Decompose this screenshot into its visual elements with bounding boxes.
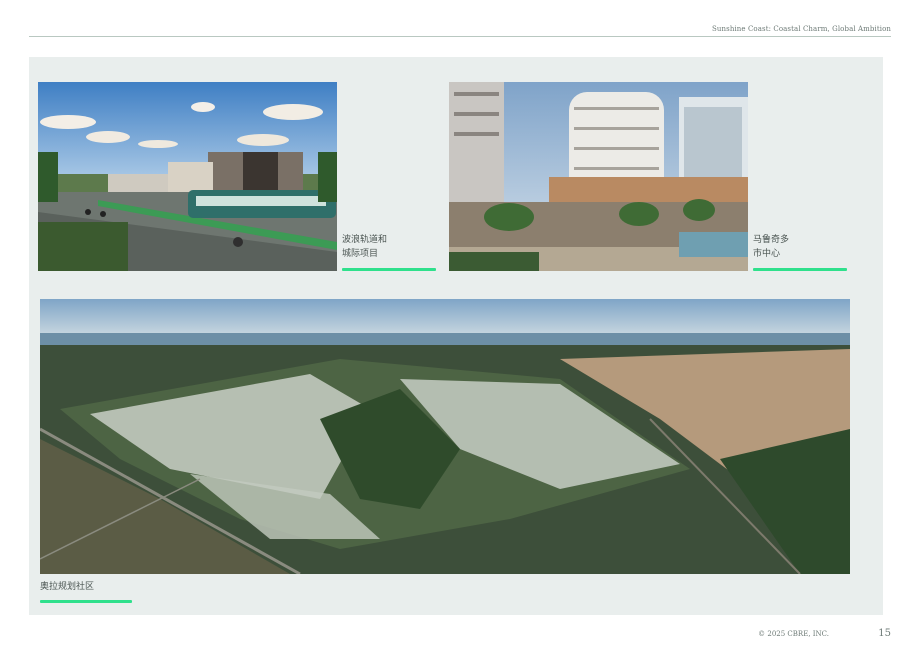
planned-community-aerial-photo	[40, 299, 850, 574]
caption-line: 奥拉规划社区	[40, 582, 95, 592]
page-number: 15	[878, 628, 891, 639]
header-divider	[29, 36, 891, 37]
city-centre-caption: 马鲁奇多 市中心	[753, 233, 789, 261]
caption-accent-bar	[342, 268, 436, 271]
caption-line: 波浪轨道和	[342, 235, 388, 245]
caption-line: 市中心	[753, 249, 781, 259]
city-centre-photo	[449, 82, 748, 271]
footer-copyright: © 2025 CBRE, INC.	[758, 630, 829, 638]
header-title: Sunshine Coast: Coastal Charm, Global Am…	[712, 25, 891, 33]
light-rail-caption: 波浪轨道和 城际项目	[342, 233, 387, 261]
planned-community-caption: 奥拉规划社区	[40, 580, 94, 594]
caption-accent-bar	[40, 600, 132, 603]
caption-accent-bar	[753, 268, 847, 271]
light-rail-photo	[38, 82, 337, 271]
caption-line: 城际项目	[342, 249, 379, 259]
caption-line: 马鲁奇多	[753, 235, 790, 245]
